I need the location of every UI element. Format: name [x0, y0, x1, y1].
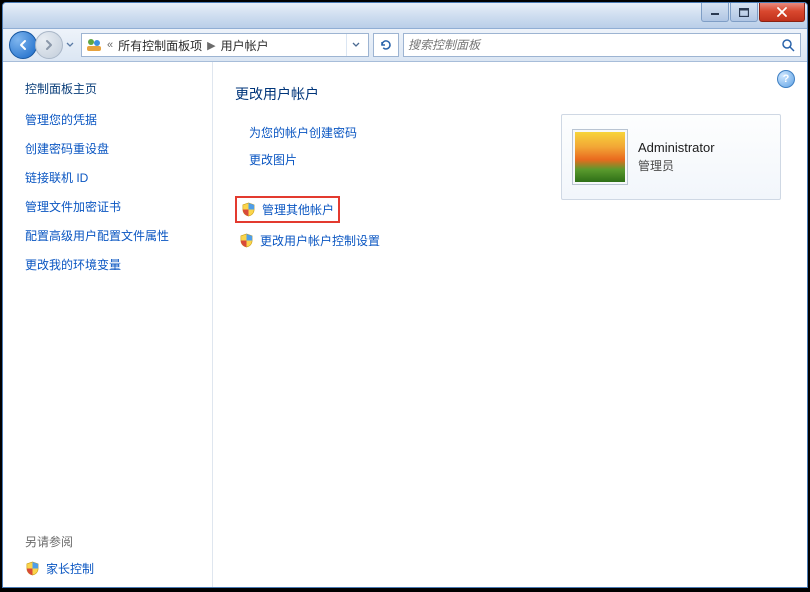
sidebar-link-encryption-cert[interactable]: 管理文件加密证书: [25, 198, 198, 215]
breadcrumb-all-items[interactable]: 所有控制面板项: [118, 37, 202, 54]
user-info: Administrator 管理员: [638, 140, 715, 174]
sidebar-link-env-vars[interactable]: 更改我的环境变量: [25, 256, 198, 273]
close-button[interactable]: [759, 3, 805, 22]
sidebar-link-credentials[interactable]: 管理您的凭据: [25, 111, 198, 128]
main-panel: ? 更改用户帐户 为您的帐户创建密码 更改图片 管理其他帐户: [213, 62, 807, 587]
sidebar-link-online-id[interactable]: 链接联机 ID: [25, 169, 198, 186]
maximize-button[interactable]: [730, 3, 758, 22]
user-name: Administrator: [638, 140, 715, 155]
parental-control-label: 家长控制: [46, 560, 94, 577]
control-panel-home[interactable]: 控制面板主页: [25, 80, 198, 97]
navbar: « 所有控制面板项 ▶ 用户帐户: [3, 29, 807, 62]
action-manage-other-label: 管理其他帐户: [262, 201, 334, 218]
address-dropdown[interactable]: [346, 34, 364, 56]
titlebar: [3, 3, 807, 29]
forward-button[interactable]: [35, 31, 63, 59]
action-change-uac-label: 更改用户帐户控制设置: [260, 232, 380, 249]
user-accounts-icon: [86, 37, 102, 53]
search-box[interactable]: [403, 33, 801, 57]
nav-buttons: [9, 31, 77, 59]
breadcrumb-user-accounts[interactable]: 用户帐户: [221, 37, 269, 54]
shield-icon: [239, 233, 254, 248]
avatar-image: [575, 132, 625, 182]
history-dropdown[interactable]: [63, 35, 77, 55]
search-input[interactable]: [408, 38, 780, 52]
action-change-uac[interactable]: 更改用户帐户控制设置: [235, 229, 785, 252]
page-title: 更改用户帐户: [235, 84, 785, 104]
parental-control-link[interactable]: 家长控制: [25, 560, 198, 577]
help-button[interactable]: ?: [777, 70, 795, 88]
breadcrumb-sep: ▶: [207, 39, 215, 52]
secondary-actions: 管理其他帐户 更改用户帐户控制设置: [235, 196, 785, 252]
sidebar: 控制面板主页 管理您的凭据 创建密码重设盘 链接联机 ID 管理文件加密证书 配…: [3, 62, 213, 587]
action-manage-other-accounts[interactable]: 管理其他帐户: [237, 198, 338, 221]
see-also-label: 另请参阅: [25, 533, 198, 550]
sidebar-link-profile-props[interactable]: 配置高级用户配置文件属性: [25, 227, 198, 244]
breadcrumb-prefix: «: [107, 39, 113, 51]
shield-icon: [25, 561, 40, 576]
sidebar-link-password-reset[interactable]: 创建密码重设盘: [25, 140, 198, 157]
shield-icon: [241, 202, 256, 217]
explorer-window: « 所有控制面板项 ▶ 用户帐户 控制面板主页 管理您的凭据: [2, 2, 808, 588]
highlight-manage-other: 管理其他帐户: [235, 196, 340, 223]
avatar: [572, 129, 628, 185]
user-role: 管理员: [638, 157, 715, 174]
refresh-button[interactable]: [373, 33, 399, 57]
user-card: Administrator 管理员: [561, 114, 781, 200]
back-button[interactable]: [9, 31, 37, 59]
search-icon[interactable]: [780, 37, 796, 53]
minimize-button[interactable]: [701, 3, 729, 22]
address-bar[interactable]: « 所有控制面板项 ▶ 用户帐户: [81, 33, 369, 57]
content-area: 控制面板主页 管理您的凭据 创建密码重设盘 链接联机 ID 管理文件加密证书 配…: [3, 62, 807, 587]
